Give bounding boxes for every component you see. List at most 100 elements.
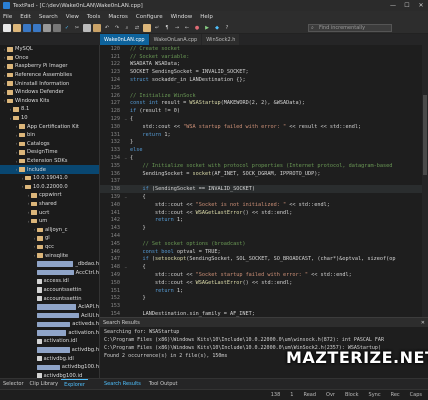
- compile-icon[interactable]: ●: [193, 24, 201, 32]
- left-tab-selector[interactable]: Selector: [0, 379, 27, 390]
- menu-item-search[interactable]: Search: [39, 14, 58, 20]
- menu-item-configure[interactable]: Configure: [136, 14, 163, 20]
- code-line[interactable]: 150 std::cout << WSAGetLastError() << st…: [100, 279, 428, 287]
- code-line[interactable]: 148− {: [100, 263, 428, 271]
- print-icon[interactable]: [43, 23, 51, 32]
- search-result-line[interactable]: Searching for: WSAStartup: [104, 329, 428, 337]
- code-line[interactable]: 137: [100, 178, 428, 186]
- tree-folder[interactable]: › ucrt: [0, 208, 99, 217]
- tree-folder[interactable]: › 8.1: [0, 105, 99, 114]
- code-line[interactable]: 149 std::cout << "Socket startup failed …: [100, 271, 428, 279]
- code-line[interactable]: 142 return 1;: [100, 217, 428, 225]
- menu-item-edit[interactable]: Edit: [20, 14, 31, 20]
- menu-item-help[interactable]: Help: [200, 14, 213, 20]
- maximize-button[interactable]: ☐: [400, 0, 414, 11]
- tree-file[interactable]: activation.idl: [0, 337, 99, 346]
- document-tab[interactable]: WakeOnLanA.cpp: [149, 34, 202, 45]
- left-tab-explorer[interactable]: Explorer: [61, 378, 88, 390]
- tree-folder[interactable]: › 10.0.19041.0: [0, 174, 99, 183]
- code-editor[interactable]: 155 LANDestination.sin_port = htons(Port…: [100, 45, 428, 317]
- tree-folder[interactable]: › qcc: [0, 243, 99, 252]
- tree-file[interactable]: access.idl: [0, 277, 99, 286]
- toggle-bookmark-icon[interactable]: ◆: [213, 24, 221, 32]
- code-line[interactable]: 123 SOCKET SendingSocket = INVALID_SOCKET…: [100, 68, 428, 76]
- code-line[interactable]: 154 LANDestination.sin_family = AF_INET;: [100, 310, 428, 317]
- close-panel-icon[interactable]: ✕: [421, 320, 425, 326]
- code-line[interactable]: 133 else: [100, 146, 428, 154]
- tree-folder[interactable]: › shared: [0, 200, 99, 209]
- bottom-tab-tool-output[interactable]: Tool Output: [145, 381, 182, 387]
- tree-folder[interactable]: › Raspberry Pi Imager: [0, 62, 99, 71]
- code-line[interactable]: 121 // Socket variable:: [100, 53, 428, 61]
- outdent-icon[interactable]: ←: [183, 24, 191, 32]
- menu-item-tools[interactable]: Tools: [87, 14, 101, 20]
- bottom-tab-search-results[interactable]: Search Results: [100, 381, 145, 387]
- tree-folder[interactable]: › um: [0, 217, 99, 226]
- tree-folder[interactable]: › MySQL: [0, 45, 99, 54]
- code-line[interactable]: 131 return 1;: [100, 131, 428, 139]
- tree-folder[interactable]: › Windows Defender: [0, 88, 99, 97]
- code-line[interactable]: 129−{: [100, 115, 428, 123]
- code-line[interactable]: 135 // Initialize socket with protocol p…: [100, 162, 428, 170]
- search-result-line[interactable]: C:\Program Files (x86)\Windows Kits\10\I…: [104, 337, 428, 345]
- code-line[interactable]: 153: [100, 302, 428, 310]
- code-line[interactable]: 122 WSADATA WSAData;: [100, 61, 428, 69]
- menu-item-view[interactable]: View: [66, 14, 79, 20]
- tree-folder[interactable]: › Uninstall Information: [0, 79, 99, 88]
- tree-folder[interactable]: › cppwinrt: [0, 191, 99, 200]
- tree-folder[interactable]: › Reference Assemblies: [0, 71, 99, 80]
- minimize-button[interactable]: —: [386, 0, 400, 11]
- code-line[interactable]: 146 const bool optval = TRUE;: [100, 248, 428, 256]
- spell-check-icon[interactable]: ✓: [63, 24, 71, 32]
- tree-folder[interactable]: › DesignTime: [0, 148, 99, 157]
- code-line[interactable]: 134−{: [100, 154, 428, 162]
- run-icon[interactable]: ▶: [203, 24, 211, 32]
- tree-folder[interactable]: › gl: [0, 234, 99, 243]
- tree-file[interactable]: accountssettin: [0, 294, 99, 303]
- code-line[interactable]: 145 // Set socket options (broadcast): [100, 240, 428, 248]
- code-line[interactable]: 138 if (SendingSocket == INVALID_SOCKET): [100, 185, 428, 194]
- code-line[interactable]: 147 if (setsockopt(SendingSocket, SOL_SO…: [100, 256, 428, 264]
- tree-folder[interactable]: › Include: [0, 165, 99, 174]
- code-line[interactable]: 144: [100, 232, 428, 240]
- menu-item-file[interactable]: File: [3, 14, 12, 20]
- tree-folder[interactable]: › winsqlite: [0, 251, 99, 260]
- tree-file[interactable]: activdbg.h: [0, 346, 99, 355]
- code-line[interactable]: 127 const int result = WSAStartup(MAKEWOR…: [100, 100, 428, 108]
- copy-icon[interactable]: [83, 23, 91, 32]
- visible-spaces-icon[interactable]: ¶: [163, 24, 171, 32]
- cut-icon[interactable]: ✂: [73, 24, 81, 32]
- tree-file[interactable]: activeds.h: [0, 320, 99, 329]
- tree-file[interactable]: AccCtrl.h: [0, 268, 99, 277]
- word-wrap-icon[interactable]: ↵: [153, 24, 161, 32]
- code-line[interactable]: 132}: [100, 139, 428, 147]
- tree-folder[interactable]: › bin: [0, 131, 99, 140]
- code-line[interactable]: 128 if (result != 0): [100, 107, 428, 115]
- tree-file[interactable]: activdbg100.h: [0, 363, 99, 372]
- tree-folder[interactable]: › Once: [0, 54, 99, 63]
- redo-icon[interactable]: ↷: [113, 24, 121, 32]
- scrollbar-thumb[interactable]: [423, 95, 427, 175]
- code-line[interactable]: 136 SendingSocket = socket(AF_INET, SOCK…: [100, 170, 428, 178]
- help-icon[interactable]: ?: [223, 24, 231, 32]
- tree-folder[interactable]: › Extension SDKs: [0, 157, 99, 166]
- code-line[interactable]: 151 return 1;: [100, 287, 428, 295]
- tree-file[interactable]: activation.h: [0, 329, 99, 338]
- code-line[interactable]: 126 // Initialize WinSock: [100, 92, 428, 100]
- code-line[interactable]: 130 std::cout << "WSA startup failed wit…: [100, 123, 428, 131]
- tree-file[interactable]: AclUI.h: [0, 311, 99, 320]
- code-line[interactable]: 152 }: [100, 295, 428, 303]
- find-icon[interactable]: ⌕: [123, 24, 131, 32]
- indent-icon[interactable]: →: [173, 24, 181, 32]
- new-file-icon[interactable]: [3, 23, 11, 32]
- save-all-icon[interactable]: [33, 23, 41, 32]
- tree-file[interactable]: activdbg.idl: [0, 354, 99, 363]
- tree-file[interactable]: AclAPI.h: [0, 303, 99, 312]
- open-folder-icon[interactable]: [13, 23, 21, 32]
- save-icon[interactable]: [23, 23, 31, 32]
- code-line[interactable]: 125: [100, 84, 428, 92]
- undo-icon[interactable]: ↶: [103, 24, 111, 32]
- document-tab[interactable]: WinSock2.h: [202, 34, 240, 45]
- menu-item-window[interactable]: Window: [171, 14, 193, 20]
- tree-folder[interactable]: › 10: [0, 114, 99, 123]
